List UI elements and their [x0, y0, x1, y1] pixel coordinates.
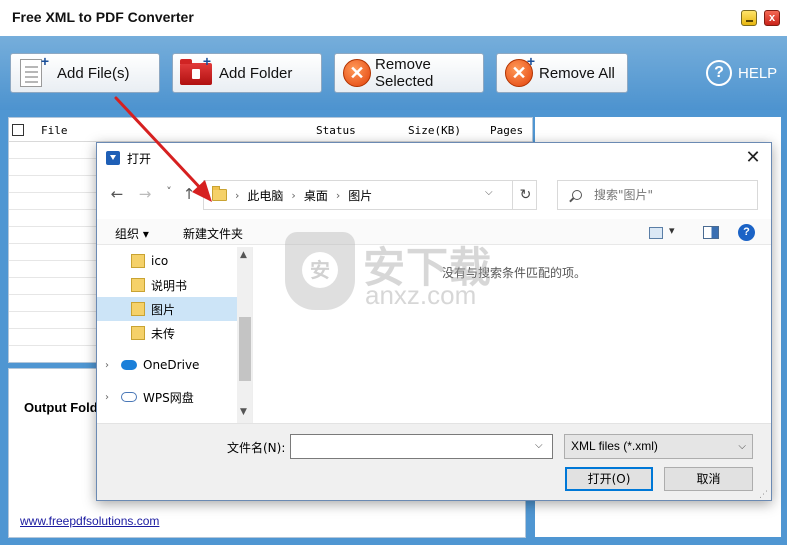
- chevron-down-icon[interactable]: ⌵: [485, 187, 493, 198]
- output-folder-label: Output Fold: [24, 400, 98, 415]
- search-icon: [572, 190, 582, 200]
- forward-arrow-icon[interactable]: →: [135, 185, 155, 203]
- nav-item-label: 说明书: [151, 278, 188, 293]
- cancel-button[interactable]: 取消: [664, 467, 753, 491]
- recent-locations-icon[interactable]: ˅: [159, 185, 179, 198]
- nav-item-label: ico: [151, 254, 169, 268]
- app-icon: [106, 151, 120, 165]
- folder-icon: [131, 326, 145, 340]
- toolbar: + Add File(s) + Add Folder ✕ Remove Sele…: [0, 36, 787, 110]
- remove-all-icon: ✕ +: [503, 53, 535, 89]
- add-files-button[interactable]: + Add File(s): [10, 53, 160, 93]
- add-files-label: Add File(s): [57, 64, 130, 82]
- select-all-checkbox[interactable]: [12, 124, 24, 136]
- nav-item-label: OneDrive: [143, 358, 200, 372]
- breadcrumb-separator: ›: [291, 188, 296, 202]
- website-link[interactable]: www.freepdfsolutions.com: [20, 514, 159, 528]
- nav-item-onedrive[interactable]: › OneDrive: [97, 353, 237, 377]
- search-box[interactable]: [557, 180, 758, 210]
- column-size[interactable]: Size(KB): [408, 124, 461, 137]
- nav-item-manual[interactable]: 说明书: [97, 273, 237, 297]
- back-arrow-icon[interactable]: ←: [107, 185, 127, 203]
- minimize-button[interactable]: [741, 10, 757, 26]
- column-status[interactable]: Status: [316, 124, 356, 137]
- nav-item-label: WPS网盘: [143, 390, 194, 405]
- folder-icon: [131, 278, 145, 292]
- app-title: Free XML to PDF Converter: [12, 9, 194, 25]
- dialog-close-button[interactable]: ✕: [742, 147, 764, 169]
- nav-item-pictures[interactable]: 图片: [97, 297, 237, 321]
- add-file-icon: +: [17, 53, 49, 89]
- up-arrow-icon[interactable]: ↑: [179, 185, 199, 203]
- filename-input[interactable]: ⌵: [290, 434, 553, 459]
- remove-icon: ✕: [341, 57, 373, 89]
- help-icon: ?: [706, 60, 732, 86]
- add-folder-button[interactable]: + Add Folder: [172, 53, 322, 93]
- chevron-down-icon[interactable]: ⌵: [535, 440, 543, 451]
- folder-icon: [131, 302, 145, 316]
- resize-grip-icon[interactable]: ⋰: [759, 490, 768, 500]
- scroll-thumb[interactable]: [239, 317, 251, 381]
- nav-item-wps-drive[interactable]: › WPS网盘: [97, 385, 237, 409]
- nav-scrollbar[interactable]: ▲ ▼: [237, 247, 252, 423]
- dialog-title: 打开: [127, 152, 152, 166]
- chevron-right-icon[interactable]: ›: [105, 392, 109, 403]
- chevron-right-icon[interactable]: ›: [105, 360, 109, 371]
- onedrive-cloud-icon: [121, 360, 137, 370]
- filename-label: 文件名(N):: [227, 441, 286, 455]
- breadcrumb-separator: ›: [235, 188, 240, 202]
- open-file-dialog: 打开 ✕ ← → ˅ ↑ › 此电脑 › 桌面 › 图片 ⌵ ↻ 组织 ▾ 新建…: [96, 142, 772, 501]
- add-folder-icon: +: [179, 53, 212, 89]
- wps-cloud-icon: [121, 392, 137, 402]
- plus-icon: +: [202, 53, 211, 69]
- open-button[interactable]: 打开(O): [565, 467, 653, 491]
- navigation-row: ← → ˅ ↑ › 此电脑 › 桌面 › 图片 ⌵ ↻: [97, 179, 771, 211]
- folder-icon: [131, 254, 145, 268]
- nav-item-label: 未传: [151, 326, 176, 341]
- remove-all-label: Remove All: [539, 64, 615, 82]
- scroll-down-icon[interactable]: ▼: [240, 407, 247, 417]
- address-bar[interactable]: › 此电脑 › 桌面 › 图片 ⌵ ↻: [203, 180, 537, 210]
- nav-item-ico[interactable]: ico: [97, 249, 237, 273]
- help-button[interactable]: ? HELP: [706, 60, 777, 86]
- breadcrumb-this-pc[interactable]: 此电脑: [247, 187, 283, 204]
- column-file[interactable]: File: [41, 124, 68, 137]
- search-input[interactable]: [594, 186, 754, 204]
- help-icon[interactable]: ?: [738, 224, 755, 241]
- remove-selected-button[interactable]: ✕ Remove Selected: [334, 53, 484, 93]
- dialog-footer: 文件名(N): ⌵ XML files (*.xml) ⌵ 打开(O) 取消 ⋰: [97, 423, 771, 500]
- nav-item-label: 图片: [151, 302, 176, 317]
- scroll-up-icon[interactable]: ▲: [240, 250, 247, 260]
- remove-all-button[interactable]: ✕ + Remove All: [496, 53, 628, 93]
- new-folder-button[interactable]: 新建文件夹: [183, 225, 243, 242]
- dialog-titlebar: 打开 ✕: [97, 143, 771, 173]
- view-options-icon[interactable]: [649, 224, 679, 241]
- file-list-header: File Status Size(KB) Pages: [9, 118, 532, 142]
- command-bar: 组织 ▾ 新建文件夹 ?: [97, 219, 771, 245]
- folder-icon: [212, 186, 227, 201]
- plus-icon: +: [526, 53, 535, 69]
- breadcrumb-desktop[interactable]: 桌面: [304, 187, 328, 204]
- breadcrumb-pictures[interactable]: 图片: [348, 187, 372, 204]
- remove-selected-label: Remove Selected: [375, 56, 434, 90]
- app-titlebar: Free XML to PDF Converter x: [0, 0, 787, 36]
- organize-button[interactable]: 组织 ▾: [115, 225, 149, 242]
- preview-pane-icon[interactable]: [703, 226, 719, 239]
- chevron-down-icon: ⌵: [738, 441, 746, 452]
- plus-icon: +: [40, 53, 49, 69]
- navigation-pane: ico 说明书 图片 未传 › OneDrive › WPS网盘 ▲ ▼: [97, 247, 253, 423]
- add-folder-label: Add Folder: [219, 64, 293, 82]
- help-label: HELP: [738, 64, 778, 82]
- file-type-value: XML files (*.xml): [571, 439, 658, 453]
- refresh-button[interactable]: ↻: [512, 181, 538, 209]
- breadcrumb-separator: ›: [335, 188, 341, 202]
- file-type-select[interactable]: XML files (*.xml) ⌵: [564, 434, 753, 459]
- nav-item-untransferred[interactable]: 未传: [97, 321, 237, 345]
- app-close-button[interactable]: x: [764, 10, 780, 26]
- column-pages[interactable]: Pages: [490, 124, 523, 137]
- empty-results-message: 没有与搜索条件匹配的项。: [442, 266, 587, 280]
